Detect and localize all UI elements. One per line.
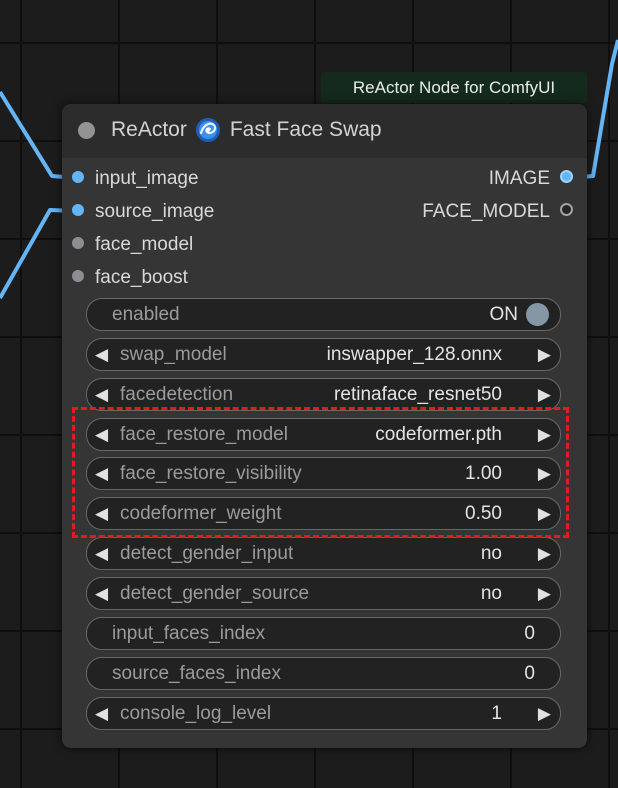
- node-title: ReActor Fast Face Swap: [111, 117, 382, 143]
- output-face-model-socket[interactable]: [560, 203, 573, 217]
- input-image-label: input_image: [95, 168, 199, 189]
- node-header[interactable]: ReActor Fast Face Swap: [62, 104, 587, 158]
- facedetection-prev-arrow[interactable]: ◀: [95, 379, 108, 410]
- source-faces-index-field[interactable]: source_faces_index 0: [86, 657, 561, 690]
- face-restore-visibility-decrement-arrow[interactable]: ◀: [95, 458, 108, 489]
- detect-gender-source-label: detect_gender_source: [120, 583, 310, 604]
- facedetection-next-arrow[interactable]: ▶: [538, 379, 551, 410]
- input-slot-source-image[interactable]: source_image: [72, 199, 214, 225]
- output-image-socket[interactable]: [560, 170, 573, 184]
- swap-model-combo[interactable]: ◀ swap_model inswapper_128.onnx ▶: [86, 338, 561, 371]
- face-restore-model-next-arrow[interactable]: ▶: [538, 419, 551, 450]
- source-faces-index-value: 0: [524, 663, 535, 684]
- source-image-socket[interactable]: [72, 203, 84, 216]
- console-log-level-number[interactable]: ◀ console_log_level 1 ▶: [86, 697, 561, 730]
- input-slot-face-model[interactable]: face_model: [72, 232, 193, 258]
- input-image-socket[interactable]: [72, 170, 84, 183]
- toggle-knob[interactable]: [526, 303, 549, 326]
- source-faces-index-label: source_faces_index: [112, 663, 281, 684]
- codeformer-weight-value: 0.50: [465, 503, 502, 524]
- face-restore-model-prev-arrow[interactable]: ◀: [95, 419, 108, 450]
- input-slot-face-boost[interactable]: face_boost: [72, 265, 188, 291]
- input-faces-index-field[interactable]: input_faces_index 0: [86, 617, 561, 650]
- console-log-level-increment-arrow[interactable]: ▶: [538, 698, 551, 729]
- detect-gender-input-value: no: [480, 543, 502, 564]
- face-restore-visibility-value: 1.00: [465, 463, 502, 484]
- facedetection-label: facedetection: [120, 384, 234, 405]
- codeformer-weight-label: codeformer_weight: [120, 503, 282, 524]
- input-faces-index-value: 0: [524, 623, 535, 644]
- facedetection-value: retinaface_resnet50: [334, 384, 502, 405]
- face-restore-visibility-label: face_restore_visibility: [120, 463, 302, 484]
- output-slot-face-model[interactable]: FACE_MODEL: [422, 199, 573, 225]
- console-log-level-value: 1: [491, 703, 502, 724]
- enabled-label: enabled: [112, 304, 180, 325]
- detect-gender-input-label: detect_gender_input: [120, 543, 294, 564]
- detect-gender-source-prev-arrow[interactable]: ◀: [95, 578, 108, 609]
- codeformer-weight-increment-arrow[interactable]: ▶: [538, 498, 551, 529]
- codeformer-weight-decrement-arrow[interactable]: ◀: [95, 498, 108, 529]
- input-slot-input-image[interactable]: input_image: [72, 166, 199, 192]
- detect-gender-source-value: no: [480, 583, 502, 604]
- face-boost-socket[interactable]: [72, 269, 84, 282]
- facedetection-combo[interactable]: ◀ facedetection retinaface_resnet50 ▶: [86, 378, 561, 411]
- node-title-suffix: Fast Face Swap: [229, 118, 382, 141]
- galaxy-icon: [195, 118, 220, 142]
- enabled-toggle[interactable]: enabled ON: [86, 298, 561, 331]
- detect-gender-source-next-arrow[interactable]: ▶: [538, 578, 551, 609]
- face-restore-visibility-increment-arrow[interactable]: ▶: [538, 458, 551, 489]
- input-faces-index-label: input_faces_index: [112, 623, 266, 644]
- face-restore-visibility-number[interactable]: ◀ face_restore_visibility 1.00 ▶: [86, 457, 561, 490]
- output-face-model-label: FACE_MODEL: [422, 201, 550, 222]
- face-restore-model-label: face_restore_model: [120, 424, 288, 445]
- group-title[interactable]: ReActor Node for ComfyUI: [321, 72, 587, 103]
- detect-gender-source-combo[interactable]: ◀ detect_gender_source no ▶: [86, 577, 561, 610]
- swap-model-next-arrow[interactable]: ▶: [538, 339, 551, 370]
- swap-model-label: swap_model: [120, 344, 227, 365]
- face-boost-label: face_boost: [95, 267, 188, 288]
- reactor-node[interactable]: ReActor Fast Face Swap input_image sourc…: [62, 104, 587, 748]
- face-model-socket[interactable]: [72, 236, 84, 249]
- codeformer-weight-number[interactable]: ◀ codeformer_weight 0.50 ▶: [86, 497, 561, 530]
- node-title-prefix: ReActor: [111, 118, 187, 141]
- output-image-label: IMAGE: [488, 168, 550, 189]
- face-restore-model-combo[interactable]: ◀ face_restore_model codeformer.pth ▶: [86, 418, 561, 451]
- detect-gender-input-combo[interactable]: ◀ detect_gender_input no ▶: [86, 537, 561, 570]
- swap-model-prev-arrow[interactable]: ◀: [95, 339, 108, 370]
- source-image-label: source_image: [95, 201, 215, 222]
- detect-gender-input-prev-arrow[interactable]: ◀: [95, 538, 108, 569]
- face-restore-model-value: codeformer.pth: [375, 424, 502, 445]
- collapse-toggle[interactable]: [78, 122, 95, 139]
- face-model-label: face_model: [95, 234, 194, 255]
- swap-model-value: inswapper_128.onnx: [326, 344, 502, 365]
- detect-gender-input-next-arrow[interactable]: ▶: [538, 538, 551, 569]
- console-log-level-decrement-arrow[interactable]: ◀: [95, 698, 108, 729]
- output-slot-image[interactable]: IMAGE: [489, 166, 573, 192]
- console-log-level-label: console_log_level: [120, 703, 272, 724]
- enabled-value: ON: [489, 304, 519, 325]
